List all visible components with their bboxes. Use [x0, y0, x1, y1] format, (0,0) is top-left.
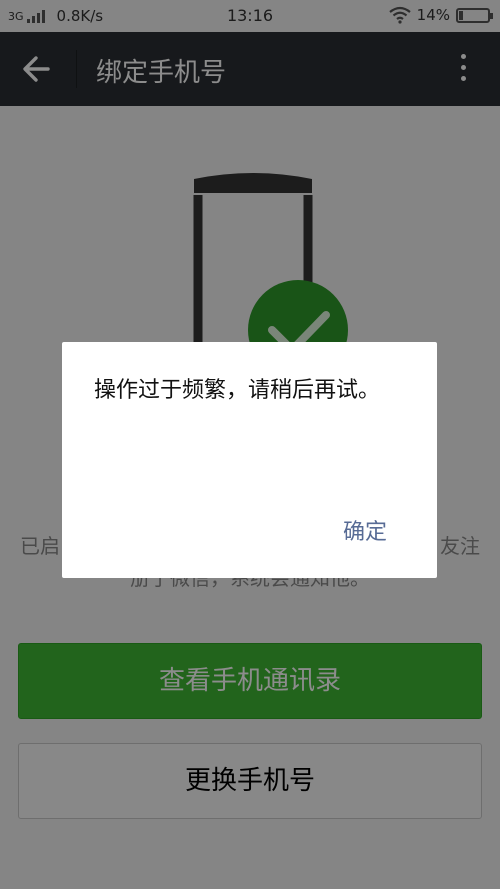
- alert-dialog: 操作过于频繁，请稍后再试。 确定: [62, 342, 437, 578]
- confirm-button[interactable]: 确定: [343, 514, 387, 546]
- dialog-message: 操作过于频繁，请稍后再试。: [94, 378, 381, 403]
- screen: 3G 0.8K/s 13:16 14% 绑定手机号 已启 友注 册了微信，系统会…: [0, 0, 500, 889]
